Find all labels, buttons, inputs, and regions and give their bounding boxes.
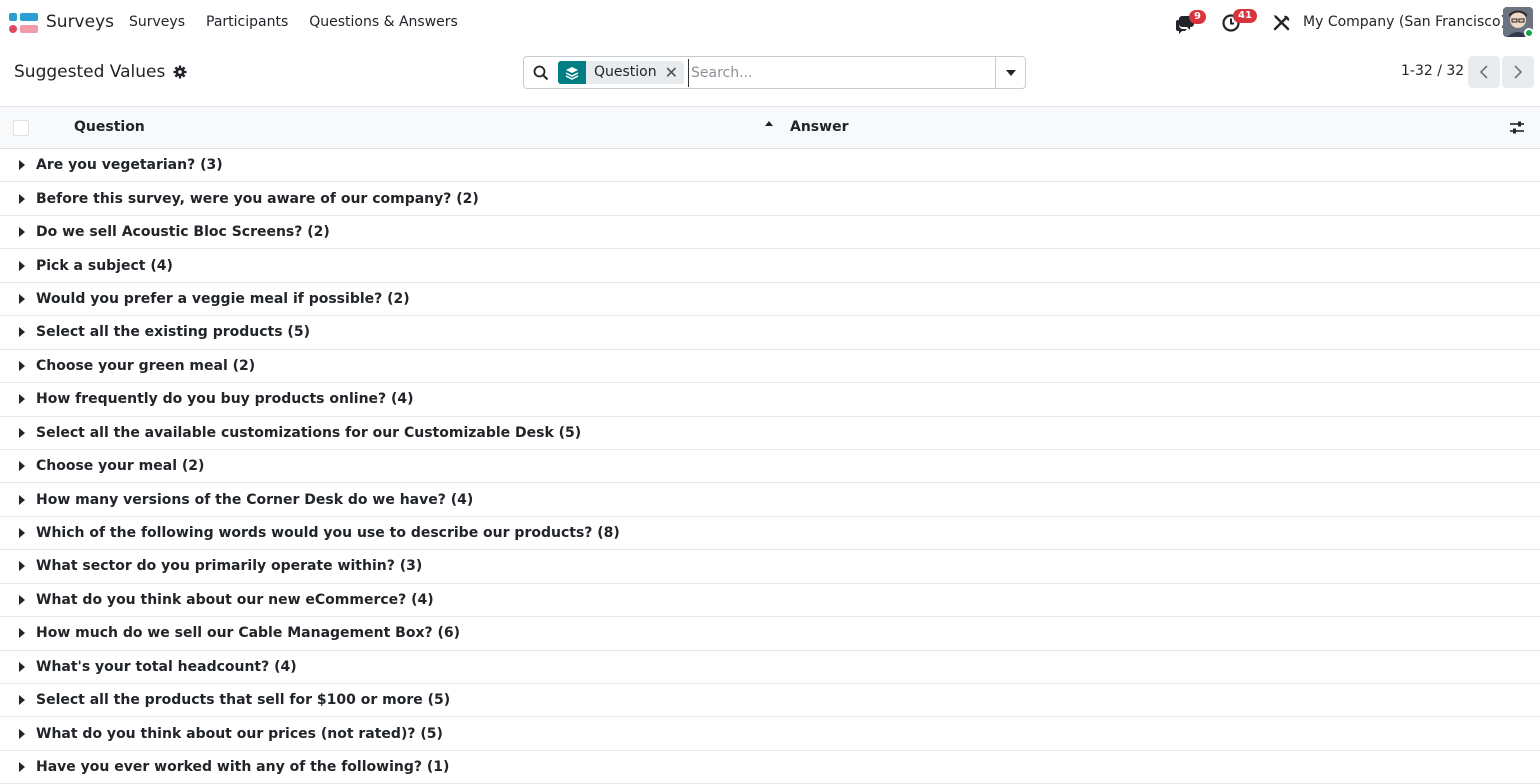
- chevron-left-icon: [1479, 65, 1488, 79]
- group-row[interactable]: Are you vegetarian? (3): [0, 149, 1540, 183]
- group-row-label: Have you ever worked with any of the fol…: [36, 759, 450, 776]
- menu-item-questions-answers[interactable]: Questions & Answers: [309, 14, 458, 30]
- surveys-logo-icon[interactable]: [9, 12, 39, 34]
- group-row[interactable]: Which of the following words would you u…: [0, 517, 1540, 551]
- caret-right-icon: [0, 728, 36, 739]
- caret-right-icon: [0, 494, 36, 505]
- group-row-label: What's your total headcount? (4): [36, 658, 297, 675]
- search-icon: [533, 65, 549, 80]
- column-header-answer[interactable]: Answer: [790, 119, 848, 135]
- messages-count-badge: 9: [1189, 10, 1206, 24]
- group-row-label: Select all the products that sell for $1…: [36, 692, 451, 709]
- group-row-label: What do you think about our new eCommerc…: [36, 591, 434, 608]
- tools-icon[interactable]: [1271, 12, 1293, 34]
- group-row-label: Choose your green meal (2): [36, 357, 256, 374]
- group-row[interactable]: Choose your meal (2): [0, 450, 1540, 484]
- menu-item-participants[interactable]: Participants: [206, 14, 288, 30]
- select-all-checkbox[interactable]: [13, 120, 29, 136]
- company-switcher[interactable]: My Company (San Francisco): [1303, 14, 1506, 30]
- caret-right-icon: [0, 594, 36, 605]
- app-name[interactable]: Surveys: [46, 12, 114, 32]
- group-row-label: Do we sell Acoustic Bloc Screens? (2): [36, 224, 330, 241]
- chevron-right-icon: [1514, 65, 1523, 79]
- menu-item-surveys[interactable]: Surveys: [129, 14, 185, 30]
- top-navbar: Surveys Surveys Participants Questions &…: [0, 0, 1540, 46]
- pager-value[interactable]: 1-32 / 32: [1401, 63, 1464, 79]
- caret-right-icon: [0, 160, 36, 171]
- group-row-label: Choose your meal (2): [36, 458, 205, 475]
- pager-next-button[interactable]: [1502, 56, 1534, 88]
- caret-right-icon: [0, 327, 36, 338]
- layers-icon: [558, 61, 586, 84]
- close-icon[interactable]: ✕: [665, 61, 684, 84]
- group-row-label: What do you think about our prices (not …: [36, 725, 443, 742]
- group-row-label: Are you vegetarian? (3): [36, 157, 223, 174]
- caret-right-icon: [0, 293, 36, 304]
- main-menu: Surveys Participants Questions & Answers: [129, 14, 479, 30]
- group-row[interactable]: How frequently do you buy products onlin…: [0, 383, 1540, 417]
- caret-right-icon: [0, 227, 36, 238]
- group-row[interactable]: Would you prefer a veggie meal if possib…: [0, 283, 1540, 317]
- group-row-label: Pick a subject (4): [36, 257, 173, 274]
- group-row[interactable]: Pick a subject (4): [0, 249, 1540, 283]
- sliders-icon[interactable]: [1508, 119, 1526, 137]
- group-row[interactable]: What's your total headcount? (4): [0, 651, 1540, 684]
- caret-right-icon: [0, 193, 36, 204]
- group-row-label: How frequently do you buy products onlin…: [36, 391, 414, 408]
- group-row[interactable]: Select all the products that sell for $1…: [0, 684, 1540, 718]
- group-row-label: Which of the following words would you u…: [36, 525, 620, 542]
- caret-right-icon: [0, 661, 36, 672]
- sort-up-icon[interactable]: [764, 119, 774, 129]
- pager-previous-button[interactable]: [1468, 56, 1500, 88]
- group-row[interactable]: Before this survey, were you aware of ou…: [0, 182, 1540, 216]
- group-row[interactable]: Have you ever worked with any of the fol…: [0, 751, 1540, 784]
- group-row-label: What sector do you primarily operate wit…: [36, 558, 423, 575]
- group-row[interactable]: How many versions of the Corner Desk do …: [0, 483, 1540, 517]
- caret-right-icon: [0, 528, 36, 539]
- caret-right-icon: [0, 561, 36, 572]
- list-body: Are you vegetarian? (3) Before this surve…: [0, 149, 1540, 784]
- group-row[interactable]: Select all the existing products (5): [0, 316, 1540, 350]
- activities-count-badge: 41: [1233, 9, 1257, 23]
- search-panel-toggle[interactable]: [995, 57, 1025, 88]
- group-row[interactable]: How much do we sell our Cable Management…: [0, 617, 1540, 651]
- gear-icon[interactable]: [173, 65, 187, 79]
- presence-status-icon: [1524, 28, 1534, 38]
- list-header: Question Answer: [0, 106, 1540, 149]
- group-row-label: How much do we sell our Cable Management…: [36, 625, 461, 642]
- group-row[interactable]: What sector do you primarily operate wit…: [0, 550, 1540, 584]
- page-title-text: Suggested Values: [14, 62, 166, 82]
- search-button[interactable]: [524, 57, 558, 88]
- page-title: Suggested Values: [14, 62, 187, 82]
- caret-right-icon: [0, 695, 36, 706]
- group-row-label: Before this survey, were you aware of ou…: [36, 190, 479, 207]
- search-input[interactable]: [688, 58, 995, 87]
- group-row[interactable]: Select all the available customizations …: [0, 417, 1540, 450]
- search-bar: Question ✕: [523, 56, 1026, 89]
- caret-right-icon: [0, 394, 36, 405]
- group-row[interactable]: What do you think about our prices (not …: [0, 717, 1540, 751]
- group-row-label: How many versions of the Corner Desk do …: [36, 491, 474, 508]
- caret-down-icon: [1005, 69, 1016, 76]
- group-row-label: Would you prefer a veggie meal if possib…: [36, 290, 410, 307]
- search-facet-label: Question: [594, 64, 657, 80]
- column-header-question[interactable]: Question: [74, 119, 145, 135]
- caret-right-icon: [0, 360, 36, 371]
- search-facet-groupby: Question ✕: [558, 61, 685, 84]
- group-row[interactable]: Do we sell Acoustic Bloc Screens? (2): [0, 216, 1540, 250]
- group-row-label: Select all the existing products (5): [36, 324, 310, 341]
- caret-right-icon: [0, 427, 36, 438]
- caret-right-icon: [0, 461, 36, 472]
- caret-right-icon: [0, 762, 36, 773]
- group-row[interactable]: What do you think about our new eCommerc…: [0, 584, 1540, 618]
- caret-right-icon: [0, 628, 36, 639]
- caret-right-icon: [0, 260, 36, 271]
- group-row[interactable]: Choose your green meal (2): [0, 350, 1540, 384]
- group-row-label: Select all the available customizations …: [36, 424, 582, 441]
